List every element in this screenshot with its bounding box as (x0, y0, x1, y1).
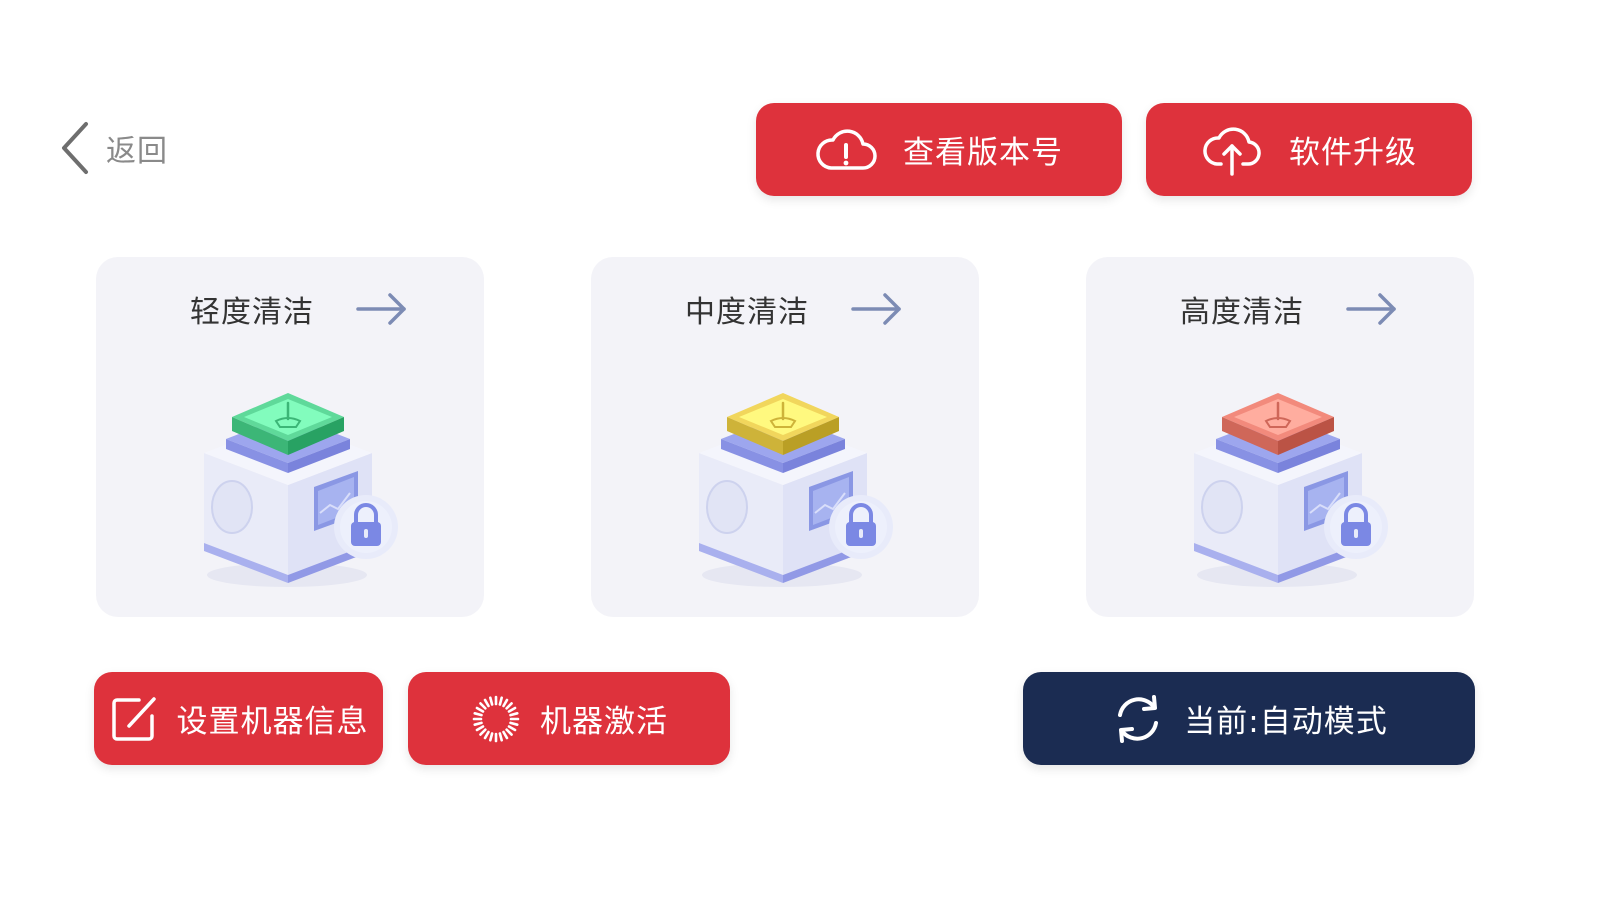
locked-cleaning-box-icon (204, 393, 398, 587)
machine-activate-button[interactable]: 机器激活 (408, 672, 730, 765)
refresh-icon (1118, 694, 1159, 743)
back-button[interactable]: 返回 (58, 118, 168, 178)
software-upgrade-button[interactable]: 软件升级 (1146, 103, 1472, 196)
cloud-upload-icon (1203, 126, 1261, 176)
arrow-right-icon (356, 293, 406, 325)
software-upgrade-label: 软件升级 (1289, 135, 1417, 171)
current-mode-label: 当前:自动模式 (1184, 704, 1388, 740)
set-machine-info-button[interactable]: 设置机器信息 (94, 672, 383, 765)
current-mode-button[interactable]: 当前:自动模式 (1023, 672, 1475, 765)
card-header: 轻度清洁 (96, 279, 484, 339)
card-header: 高度清洁 (1086, 279, 1474, 339)
chevron-left-icon (62, 122, 88, 174)
arrow-right-icon (851, 293, 901, 325)
back-label: 返回 (106, 134, 168, 169)
settings-page: 返回 查看版本号 软件升级 轻度清洁 中度清洁 高度清洁 设置机器信息 机器激活… (0, 0, 1599, 900)
machine-activate-label: 机器激活 (540, 704, 668, 740)
edit-icon (111, 696, 156, 741)
activate-icon (472, 695, 520, 742)
locked-cleaning-box-icon (699, 393, 893, 587)
card-title: 高度清洁 (1180, 295, 1304, 330)
card-light-clean[interactable]: 轻度清洁 (96, 257, 484, 617)
cloud-alert-icon (816, 128, 877, 170)
card-title: 轻度清洁 (190, 295, 314, 330)
set-machine-info-label: 设置机器信息 (176, 704, 369, 740)
card-heavy-clean[interactable]: 高度清洁 (1086, 257, 1474, 617)
card-medium-clean[interactable]: 中度清洁 (591, 257, 979, 617)
card-title: 中度清洁 (685, 295, 809, 330)
view-version-button[interactable]: 查看版本号 (756, 103, 1122, 196)
arrow-right-icon (1346, 293, 1396, 325)
view-version-label: 查看版本号 (903, 135, 1063, 171)
locked-cleaning-box-icon (1194, 393, 1388, 587)
card-header: 中度清洁 (591, 279, 979, 339)
